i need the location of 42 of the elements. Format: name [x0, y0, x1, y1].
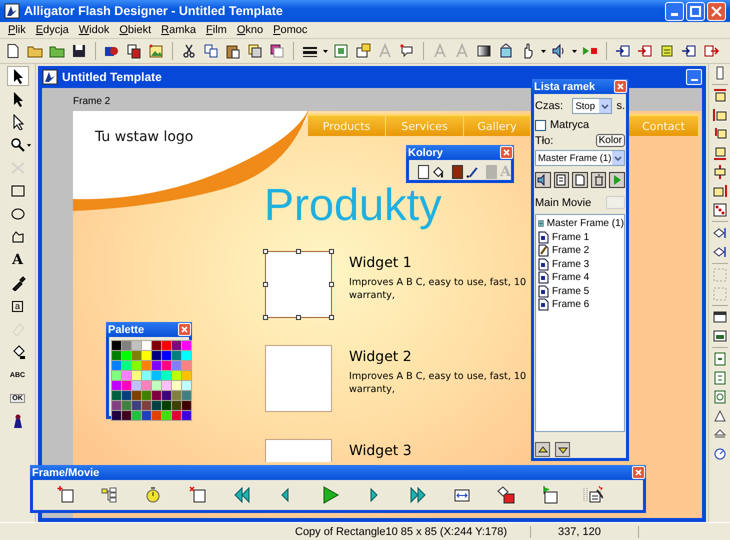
menu-item[interactable]: Edycja: [30, 23, 74, 37]
time-label: Czas:: [535, 100, 564, 112]
status-text: Copy of Rectangle10 85 x 85 (X:244 Y:178): [295, 526, 531, 538]
widget-title: Widget 2: [349, 349, 412, 365]
widget-description: Improves A B C, easy to use, fast, 10 warranty,: [349, 370, 526, 396]
frame-list-item[interactable]: Frame 6: [536, 298, 624, 312]
time-unit: s.: [616, 100, 625, 112]
color-button[interactable]: Kolor: [596, 134, 625, 147]
menu-item[interactable]: Pomoc: [268, 23, 312, 37]
panel-title: Palette: [108, 324, 144, 336]
panel-title: Lista ramek: [534, 80, 596, 92]
frame-list-item[interactable]: Frame 1: [536, 230, 624, 244]
widget-description: Improves A B C, easy to use, fast, 10 warranty,: [349, 276, 526, 302]
document-title: Untitled Template: [62, 70, 163, 84]
text-tool[interactable]: A: [6, 250, 28, 270]
menu-item[interactable]: Film: [201, 23, 232, 37]
menu-item[interactable]: Obiekt: [114, 23, 156, 37]
page-heading: Produkty: [264, 183, 442, 227]
menu-item[interactable]: Okno: [232, 23, 268, 37]
frame-label: Frame 2: [73, 96, 110, 107]
frame-list-item[interactable]: Frame 5: [536, 284, 624, 298]
logo-text: Tu wstaw logo: [95, 129, 194, 145]
matrix-label: Matryca: [550, 119, 590, 131]
frame-list-item[interactable]: Frame 2: [536, 244, 624, 258]
menu-item[interactable]: Widok: [74, 23, 114, 37]
widget-title: Widget 3: [349, 443, 412, 459]
frame-list-item[interactable]: Frame 4: [536, 271, 624, 284]
background-label: Tło:: [535, 134, 554, 146]
frame-select[interactable]: Master Frame (1): [535, 150, 625, 166]
movie-label: Main Movie: [535, 196, 592, 208]
panel-title: Kolory: [408, 146, 443, 158]
widget-title: Widget 1: [349, 255, 412, 271]
edit-field-tool[interactable]: a: [6, 296, 28, 316]
panel-title: Frame/Movie: [32, 466, 100, 478]
frame-list-item[interactable]: Master Frame (1): [536, 217, 624, 230]
time-select[interactable]: Stop: [572, 98, 612, 114]
frame-list-item[interactable]: Frame 3: [536, 258, 624, 271]
menu-item[interactable]: Plik: [3, 23, 31, 37]
window-title: Alligator Flash Designer - Untitled Template: [24, 4, 284, 18]
menu-item[interactable]: Ramka: [156, 23, 202, 37]
cursor-coordinates: 337, 120: [531, 526, 639, 538]
text-color-glyph: A: [500, 165, 511, 179]
